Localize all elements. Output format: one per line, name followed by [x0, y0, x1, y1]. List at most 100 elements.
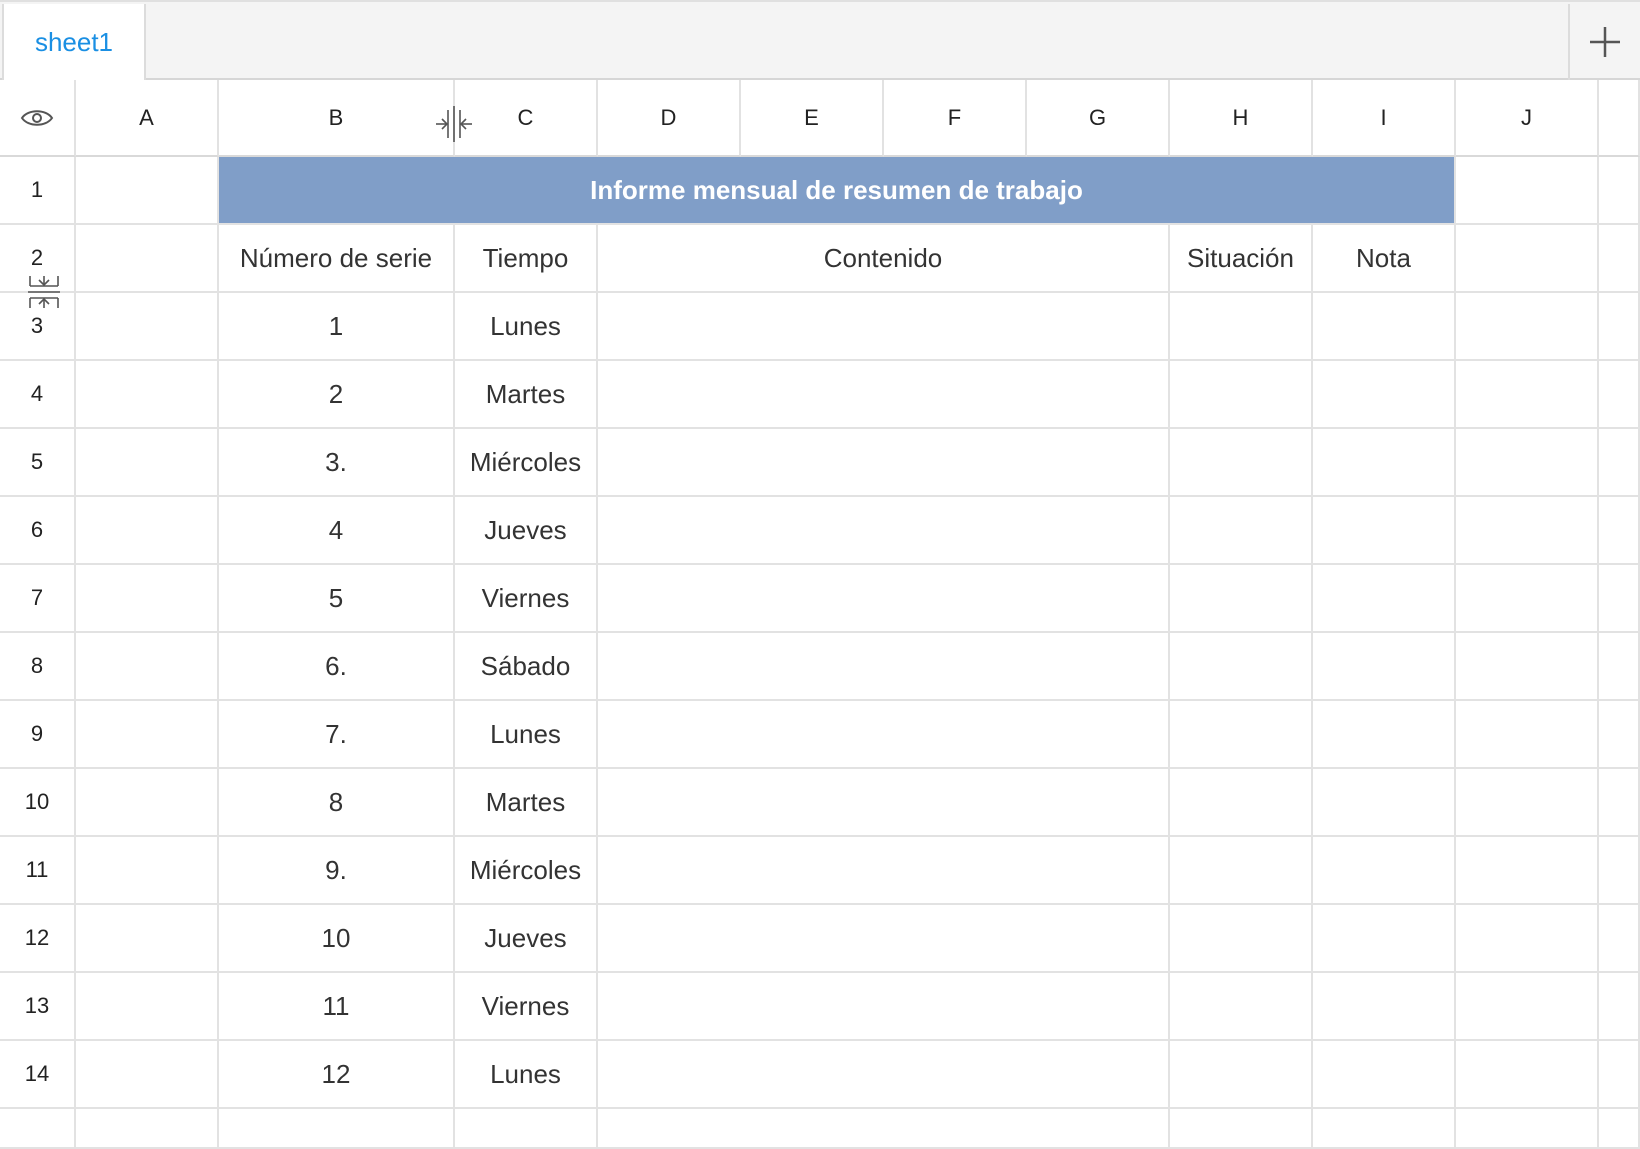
cell-j6[interactable]: [1456, 497, 1599, 565]
header-status[interactable]: Situación: [1170, 225, 1313, 293]
cell-time[interactable]: Miércoles: [455, 429, 598, 497]
cell-note[interactable]: [1313, 1041, 1456, 1109]
row-header-12[interactable]: 12: [0, 905, 76, 973]
cell-row15[interactable]: [455, 1109, 598, 1149]
column-header-i[interactable]: I: [1313, 80, 1456, 157]
cell-overflow-2[interactable]: [1599, 225, 1640, 293]
cell-content[interactable]: [598, 1041, 1170, 1109]
cell-note[interactable]: [1313, 497, 1456, 565]
row-header-1[interactable]: 1: [0, 157, 76, 225]
cell-row15[interactable]: [598, 1109, 1170, 1149]
cell-time[interactable]: Jueves: [455, 905, 598, 973]
cell-a12[interactable]: [76, 905, 219, 973]
tab-sheet1[interactable]: sheet1: [2, 4, 146, 80]
cell-serial[interactable]: 12: [219, 1041, 455, 1109]
cell-row15[interactable]: [1456, 1109, 1599, 1149]
cell-content[interactable]: [598, 565, 1170, 633]
cell-a9[interactable]: [76, 701, 219, 769]
column-header-c[interactable]: C: [455, 80, 598, 157]
cell-j10[interactable]: [1456, 769, 1599, 837]
cell-content[interactable]: [598, 497, 1170, 565]
cell-serial[interactable]: 10: [219, 905, 455, 973]
cell-row15[interactable]: [1170, 1109, 1313, 1149]
cell-a10[interactable]: [76, 769, 219, 837]
cell-a5[interactable]: [76, 429, 219, 497]
column-header-f[interactable]: F: [884, 80, 1027, 157]
cell-serial[interactable]: 11: [219, 973, 455, 1041]
cell-content[interactable]: [598, 633, 1170, 701]
header-content[interactable]: Contenido: [598, 225, 1170, 293]
cell-note[interactable]: [1313, 769, 1456, 837]
cell-time[interactable]: Miércoles: [455, 837, 598, 905]
cell-a1[interactable]: [76, 157, 219, 225]
cell-row15[interactable]: [76, 1109, 219, 1149]
cell-status[interactable]: [1170, 429, 1313, 497]
cell-time[interactable]: Sábado: [455, 633, 598, 701]
select-all-corner[interactable]: [0, 80, 76, 157]
cell-status[interactable]: [1170, 701, 1313, 769]
cell-content[interactable]: [598, 361, 1170, 429]
cell-content[interactable]: [598, 701, 1170, 769]
cell-j14[interactable]: [1456, 1041, 1599, 1109]
header-serial[interactable]: Número de serie: [219, 225, 455, 293]
row-header-10[interactable]: 10: [0, 769, 76, 837]
cell-serial[interactable]: 2: [219, 361, 455, 429]
cell-a4[interactable]: [76, 361, 219, 429]
cell-a2[interactable]: [76, 225, 219, 293]
cell-overflow-5[interactable]: [1599, 429, 1640, 497]
cell-overflow-4[interactable]: [1599, 361, 1640, 429]
column-header-g[interactable]: G: [1027, 80, 1170, 157]
cell-note[interactable]: [1313, 905, 1456, 973]
column-resize-icon[interactable]: [434, 104, 474, 144]
cell-overflow-1[interactable]: [1599, 157, 1640, 225]
cell-j12[interactable]: [1456, 905, 1599, 973]
cell-overflow-11[interactable]: [1599, 837, 1640, 905]
cell-content[interactable]: [598, 905, 1170, 973]
cell-serial[interactable]: 8: [219, 769, 455, 837]
cell-status[interactable]: [1170, 565, 1313, 633]
eye-icon[interactable]: [20, 107, 54, 129]
cell-content[interactable]: [598, 293, 1170, 361]
cell-overflow-3[interactable]: [1599, 293, 1640, 361]
cell-note[interactable]: [1313, 429, 1456, 497]
cell-overflow-7[interactable]: [1599, 565, 1640, 633]
cell-serial[interactable]: 1: [219, 293, 455, 361]
cell-note[interactable]: [1313, 973, 1456, 1041]
cell-a8[interactable]: [76, 633, 219, 701]
cell-content[interactable]: [598, 973, 1170, 1041]
cell-content[interactable]: [598, 769, 1170, 837]
cell-content[interactable]: [598, 837, 1170, 905]
row-header-7[interactable]: 7: [0, 565, 76, 633]
cell-j8[interactable]: [1456, 633, 1599, 701]
cell-j5[interactable]: [1456, 429, 1599, 497]
cell-overflow-8[interactable]: [1599, 633, 1640, 701]
cell-row15[interactable]: [1599, 1109, 1640, 1149]
cell-note[interactable]: [1313, 361, 1456, 429]
cell-status[interactable]: [1170, 837, 1313, 905]
cell-status[interactable]: [1170, 769, 1313, 837]
cell-serial[interactable]: 7.: [219, 701, 455, 769]
cell-serial[interactable]: 3.: [219, 429, 455, 497]
row-header-5[interactable]: 5: [0, 429, 76, 497]
cell-time[interactable]: Jueves: [455, 497, 598, 565]
cell-overflow-9[interactable]: [1599, 701, 1640, 769]
row-header-8[interactable]: 8: [0, 633, 76, 701]
add-sheet-button[interactable]: [1568, 4, 1640, 80]
cell-serial[interactable]: 9.: [219, 837, 455, 905]
cell-j11[interactable]: [1456, 837, 1599, 905]
cell-serial[interactable]: 4: [219, 497, 455, 565]
cell-j1[interactable]: [1456, 157, 1599, 225]
cell-serial[interactable]: 6.: [219, 633, 455, 701]
cell-j13[interactable]: [1456, 973, 1599, 1041]
cell-time[interactable]: Lunes: [455, 1041, 598, 1109]
cell-overflow-12[interactable]: [1599, 905, 1640, 973]
row-header-11[interactable]: 11: [0, 837, 76, 905]
cell-status[interactable]: [1170, 293, 1313, 361]
cell-serial[interactable]: 5: [219, 565, 455, 633]
cell-j9[interactable]: [1456, 701, 1599, 769]
cell-note[interactable]: [1313, 565, 1456, 633]
cell-time[interactable]: Martes: [455, 361, 598, 429]
header-time[interactable]: Tiempo: [455, 225, 598, 293]
row-header-overflow[interactable]: [0, 1109, 76, 1149]
cell-j2[interactable]: [1456, 225, 1599, 293]
